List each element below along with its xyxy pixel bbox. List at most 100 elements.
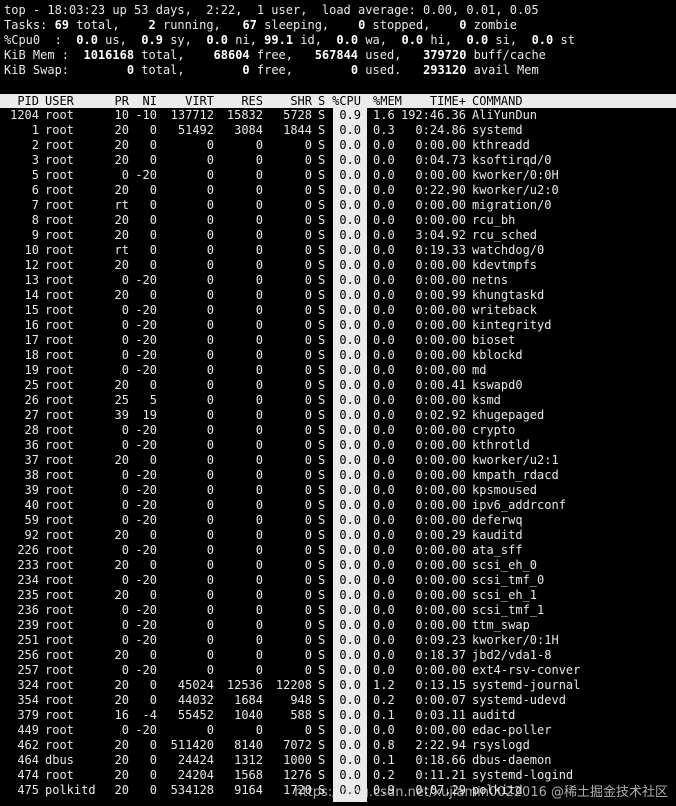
cell-command: kworker/u2:1 [472,453,559,467]
process-row: 19 root 0 -20 0 0 0 S 0.0 0.0 0:00.00 md [0,363,676,378]
summary-segment: total, [69,18,149,32]
cell-command: kworker/0:1H [472,633,559,647]
summary-segment: wa, [358,33,402,47]
process-row: 464 dbus 20 0 24424 1312 1000 S 0.0 0.1 0:18.66 dbu… [0,753,676,768]
summary-segment: buff/cache [466,48,546,62]
cell-time: 0:04.73 [415,153,466,167]
cell-pid: 324 [17,678,39,692]
summary-segment: used, [358,48,424,62]
cell-time: 0:00.00 [415,318,466,332]
cell-pid: 17 [24,333,39,347]
cell-cpu: 0.0 [339,183,361,197]
cell-command: kpsmoused [472,483,538,497]
cell-pid: 59 [24,513,39,527]
summary-segment: 0 [350,63,359,77]
cell-time: 0:24.86 [415,123,466,137]
cell-time: 0:00.00 [415,363,466,377]
process-row: 2 root 20 0 0 0 0 S 0.0 0.0 0:00.00 kthreadd [0,138,676,153]
cell-cpu: 0.0 [339,243,361,257]
cell-command: rcu_bh [472,213,516,227]
cell-pid: 14 [24,288,39,302]
process-row: 256 root 20 0 0 0 0 S 0.0 0.0 0:18.37 jbd2/vda1-8 [0,648,676,663]
summary-segment: 1016168 [76,48,135,62]
cell-cpu: 0.0 [339,483,361,497]
process-row: 92 root 20 0 0 0 0 S 0.0 0.0 0:00.29 kauditd [0,528,676,543]
cell-cpu: 0.0 [339,663,361,677]
process-row: 324 root 20 0 45024 12536 12208 S 0.0 1.2 0:13.15 s… [0,678,676,693]
summary-segment: free, [249,48,315,62]
cell-time: 0:00.00 [415,573,466,587]
cell-pid: 39 [24,483,39,497]
cell-cpu: 0.0 [339,513,361,527]
cell-command: kthreadd [472,138,530,152]
cell-pid: 462 [17,738,39,752]
summary-segment: si, [488,33,532,47]
cell-time: 0:00.00 [415,663,466,677]
cell-command: scsi_eh_1 [472,588,538,602]
cell-command: kauditd [472,528,523,542]
cell-time: 0:19.33 [415,243,466,257]
cell-command: md [472,363,487,377]
cell-pid: 36 [24,438,39,452]
cell-time: 0:00.00 [415,498,466,512]
cell-cpu: 0.0 [339,288,361,302]
cell-pid: 256 [17,648,39,662]
cell-cpu: 0.0 [339,693,361,707]
column-header: PID USER PR NI VIRT RES SHR S %CPU %MEM TIME+ COMMA… [0,94,676,108]
cell-time: 3:04.92 [415,228,466,242]
cell-cpu: 0.0 [339,348,361,362]
cell-time: 0:00.00 [415,168,466,182]
process-row: 38 root 0 -20 0 0 0 S 0.0 0.0 0:00.00 kmpath_rdacd [0,468,676,483]
process-row: 14 root 20 0 0 0 0 S 0.0 0.0 0:00.99 khungtaskd [0,288,676,303]
cell-cpu: 0.0 [339,708,361,722]
summary-segment: ni, [228,33,265,47]
process-row: 236 root 0 -20 0 0 0 S 0.0 0.0 0:00.00 scsi_tmf_1 [0,603,676,618]
terminal-window: top - 18:03:23 up 53 days, 2:22, 1 user,… [0,0,676,806]
cell-cpu: 0.0 [339,453,361,467]
cell-command: ksmd [472,393,501,407]
cell-cpu: 0.0 [339,618,361,632]
cell-command: ttm_swap [472,618,530,632]
process-row: 26 root 25 5 0 0 0 S 0.0 0.0 0:00.00 ksmd [0,393,676,408]
cell-pid: 25 [24,378,39,392]
process-row: 462 root 20 0 511420 8140 7072 S 0.0 0.8 2:22.94 rs… [0,738,676,753]
cell-time: 0:00.00 [415,618,466,632]
cell-cpu: 0.0 [339,423,361,437]
cell-cpu: 0.0 [339,153,361,167]
process-row: 9 root 20 0 0 0 0 S 0.0 0.0 3:04.92 rcu_sched [0,228,676,243]
cell-time: 0:00.00 [415,513,466,527]
cell-command: khugepaged [472,408,545,422]
process-row: 251 root 0 -20 0 0 0 S 0.0 0.0 0:09.23 kworker/0:1H [0,633,676,648]
cell-pid: 92 [24,528,39,542]
cell-time: 0:00.00 [415,603,466,617]
cell-pid: 226 [17,543,39,557]
process-row: 1 root 20 0 51492 3084 1844 S 0.0 0.3 0:24.86 syste… [0,123,676,138]
summary-segment: 2 [148,18,156,32]
cell-command: deferwq [472,513,523,527]
process-row: 226 root 0 -20 0 0 0 S 0.0 0.0 0:00.00 ata_sff [0,543,676,558]
cell-pid: 475 [17,783,39,797]
process-row: 13 root 0 -20 0 0 0 S 0.0 0.0 0:00.00 netns [0,273,676,288]
cell-pid: 10 [24,243,39,257]
summary-segment: %Cpu0 : [4,33,70,47]
summary-segment: 0.0 [206,33,229,47]
summary-segment: avail Mem [466,63,539,77]
cell-time: 0:00.07 [415,693,466,707]
process-row: 40 root 0 -20 0 0 0 S 0.0 0.0 0:00.00 ipv6_addrconf [0,498,676,513]
cell-pid: 235 [17,588,39,602]
cell-command: scsi_eh_0 [472,558,538,572]
cell-command: kmpath_rdacd [472,468,559,482]
cell-cpu: 0.0 [339,303,361,317]
summary-segment: 69 [54,18,70,32]
cell-time: 0:03.11 [415,708,466,722]
cell-cpu: 0.0 [339,393,361,407]
cell-cpu: 0.0 [339,258,361,272]
cell-time: 0:00.00 [415,333,466,347]
cell-pid: 37 [24,453,39,467]
cell-command: khungtaskd [472,288,545,302]
cell-cpu: 0.0 [339,558,361,572]
cell-cpu: 0.0 [339,138,361,152]
process-row: 10 root rt 0 0 0 0 S 0.0 0.0 0:19.33 watchdog/0 [0,243,676,258]
mem-line: KiB Mem : 1016168 total, 68604 free, 567… [4,48,546,63]
summary-segment: id, [293,33,337,47]
